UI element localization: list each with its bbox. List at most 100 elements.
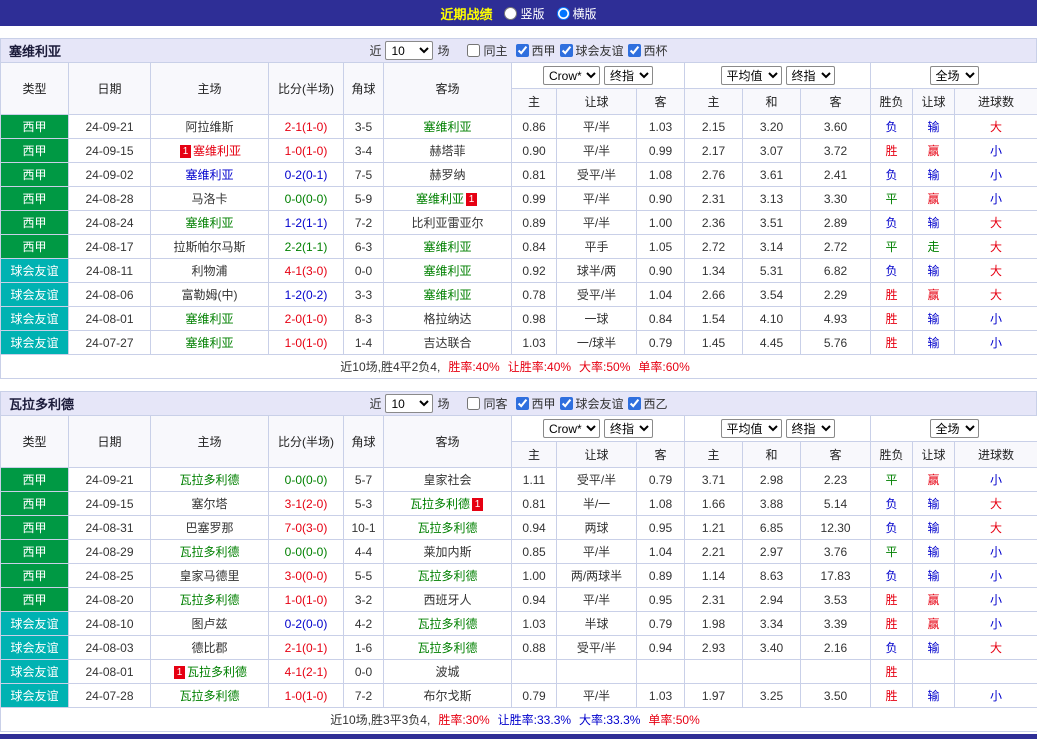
score-cell[interactable]: 1-2(0-2) [269,283,344,307]
avg-draw-odds: 8.63 [743,564,801,588]
score-cell[interactable]: 1-0(1-0) [269,684,344,708]
home-team-link[interactable]: 塞维利亚 [185,312,233,326]
home-team-link[interactable]: 马洛卡 [191,192,227,206]
home-team-link[interactable]: 图卢兹 [191,617,227,631]
score-cell[interactable]: 1-2(1-1) [269,211,344,235]
avg-draw-odds: 6.85 [743,516,801,540]
layout-option[interactable]: 横版 [557,5,597,22]
score-cell[interactable]: 3-1(2-0) [269,492,344,516]
avg-odds-select[interactable]: 平均值 [721,66,782,85]
avg-time-select[interactable]: 终指 [786,419,835,438]
venue-checkbox[interactable] [467,397,480,410]
league-checkbox[interactable] [560,397,573,410]
away-team-link[interactable]: 格拉纳达 [423,312,471,326]
league-filter[interactable]: 球会友谊 [560,395,624,412]
match-date: 24-08-24 [69,211,151,235]
score-cell[interactable]: 4-1(3-0) [269,259,344,283]
home-team-link[interactable]: 塞尔塔 [191,497,227,511]
handicap-home-odds: 0.89 [512,211,557,235]
away-team-link[interactable]: 比利亚雷亚尔 [411,216,483,230]
result-handicap: 赢 [913,468,955,492]
score-cell[interactable]: 1-0(1-0) [269,588,344,612]
scope-select[interactable]: 全场 [930,66,979,85]
league-filter[interactable]: 西杯 [628,42,668,59]
odds-company-select[interactable]: Crow* [543,419,600,438]
score-cell[interactable]: 0-0(0-0) [269,468,344,492]
score-cell[interactable]: 0-2(0-0) [269,612,344,636]
away-team-link[interactable]: 波城 [435,665,459,679]
score-cell[interactable]: 7-0(3-0) [269,516,344,540]
away-team-link[interactable]: 瓦拉多利德 [417,617,477,631]
league-filter[interactable]: 西甲 [516,395,556,412]
score-cell[interactable]: 1-0(1-0) [269,331,344,355]
handicap-away-odds: 1.03 [637,115,685,139]
league-checkbox[interactable] [516,397,529,410]
scope-select[interactable]: 全场 [930,419,979,438]
away-team-link[interactable]: 吉达联合 [423,336,471,350]
league-filter[interactable]: 西乙 [628,395,668,412]
venue-filter[interactable]: 同客 [467,395,507,412]
home-team-link[interactable]: 瓦拉多利德 [179,473,239,487]
odds-time-select[interactable]: 终指 [604,419,653,438]
home-team-link[interactable]: 塞维利亚 [193,144,241,158]
avg-time-select[interactable]: 终指 [786,66,835,85]
home-team-link[interactable]: 瓦拉多利德 [179,545,239,559]
result-outcome: 负 [871,259,913,283]
layout-option[interactable]: 竖版 [504,5,544,22]
league-checkbox[interactable] [628,397,641,410]
home-team-link[interactable]: 瓦拉多利德 [187,665,247,679]
away-team-link[interactable]: 瓦拉多利德 [410,497,470,511]
score-cell[interactable]: 2-1(1-0) [269,115,344,139]
layout-radio[interactable] [504,7,517,20]
league-checkbox[interactable] [516,44,529,57]
recent-count-select[interactable]: 10 [385,394,433,413]
away-team-link[interactable]: 塞维利亚 [423,240,471,254]
recent-count-select[interactable]: 10 [385,41,433,60]
league-checkbox[interactable] [560,44,573,57]
away-team-link[interactable]: 瓦拉多利德 [417,569,477,583]
score-cell[interactable]: 4-1(2-1) [269,660,344,684]
away-team-link[interactable]: 赫罗纳 [429,168,465,182]
home-team-link[interactable]: 瓦拉多利德 [179,593,239,607]
away-team-link[interactable]: 莱加内斯 [423,545,471,559]
score-cell[interactable]: 1-0(1-0) [269,139,344,163]
home-team-link[interactable]: 巴塞罗那 [185,521,233,535]
away-team-link[interactable]: 瓦拉多利德 [417,641,477,655]
home-team-link[interactable]: 塞维利亚 [185,168,233,182]
away-team-link[interactable]: 布尔戈斯 [423,689,471,703]
score-cell[interactable]: 2-2(1-1) [269,235,344,259]
avg-odds-select[interactable]: 平均值 [721,419,782,438]
league-checkbox[interactable] [628,44,641,57]
home-team-link[interactable]: 瓦拉多利德 [179,689,239,703]
score-cell[interactable]: 0-0(0-0) [269,540,344,564]
league-filter[interactable]: 球会友谊 [560,42,624,59]
odds-company-select[interactable]: Crow* [543,66,600,85]
away-team-link[interactable]: 西班牙人 [423,593,471,607]
score-cell[interactable]: 2-1(0-1) [269,636,344,660]
away-team-link[interactable]: 塞维利亚 [423,264,471,278]
away-team-link[interactable]: 赫塔菲 [429,144,465,158]
score-cell[interactable]: 0-0(0-0) [269,187,344,211]
competition-type: 西甲 [1,139,69,163]
odds-time-select[interactable]: 终指 [604,66,653,85]
home-team-link[interactable]: 塞维利亚 [185,216,233,230]
home-team-link[interactable]: 塞维利亚 [185,336,233,350]
away-team-link[interactable]: 塞维利亚 [416,192,464,206]
home-team-link[interactable]: 富勒姆(中) [182,288,238,302]
away-team-link[interactable]: 瓦拉多利德 [417,521,477,535]
score-cell[interactable]: 2-0(1-0) [269,307,344,331]
home-team-link[interactable]: 阿拉维斯 [185,120,233,134]
away-team-link[interactable]: 塞维利亚 [423,288,471,302]
layout-radio[interactable] [557,7,570,20]
away-team-link[interactable]: 皇家社会 [423,473,471,487]
home-team-link[interactable]: 德比郡 [191,641,227,655]
venue-checkbox[interactable] [467,44,480,57]
score-cell[interactable]: 0-2(0-1) [269,163,344,187]
away-team-link[interactable]: 塞维利亚 [423,120,471,134]
home-team-link[interactable]: 利物浦 [191,264,227,278]
league-filter[interactable]: 西甲 [516,42,556,59]
venue-filter[interactable]: 同主 [467,42,507,59]
home-team-link[interactable]: 拉斯帕尔马斯 [173,240,245,254]
score-cell[interactable]: 3-0(0-0) [269,564,344,588]
home-team-link[interactable]: 皇家马德里 [179,569,239,583]
